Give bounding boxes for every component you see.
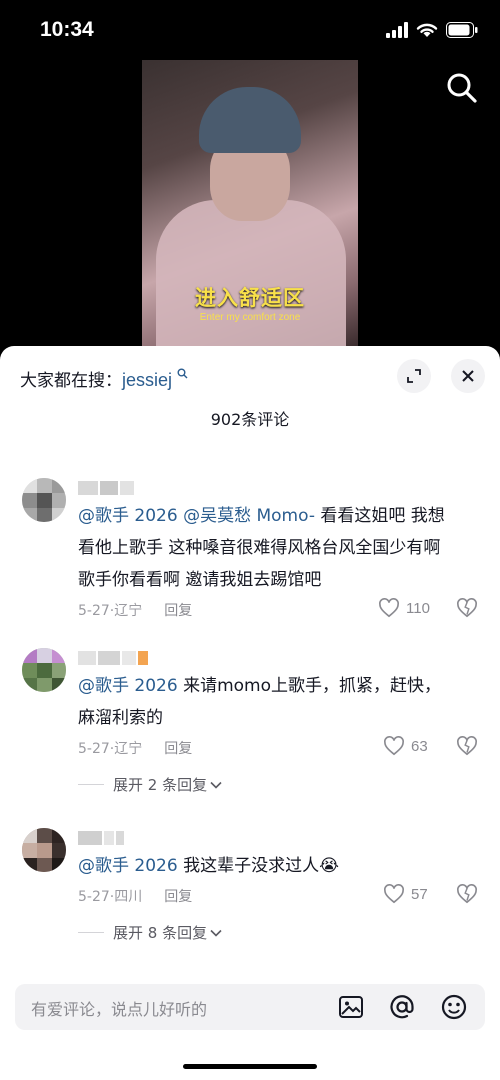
- comment-text-line: 看他上歌手 这种嗓音很难得风格台风全国少有啊: [78, 538, 441, 558]
- broken-heart-icon[interactable]: [456, 736, 478, 756]
- video-player[interactable]: 进入舒适区 Enter my comfort zone: [0, 60, 500, 350]
- like-count: 63: [411, 737, 428, 755]
- comment-date: 5-27: [78, 741, 110, 757]
- mention-link[interactable]: @歌手 2026: [78, 676, 178, 696]
- video-caption-cn: 进入舒适区: [195, 286, 305, 310]
- comment-meta: 5-27·四川 回复: [78, 889, 193, 905]
- expand-replies-button[interactable]: 展开 8 条回复: [78, 922, 222, 943]
- comment-date: 5-27: [78, 603, 110, 619]
- at-icon[interactable]: [387, 992, 417, 1022]
- username-blurred[interactable]: [78, 480, 136, 496]
- comment-count: 902条评论: [210, 410, 290, 429]
- comment-location: 辽宁: [114, 741, 143, 757]
- comments-sheet: 大家都在搜：jessiej 902条评论 @歌手 2026 @吴莫愁 Momo-…: [0, 346, 500, 1080]
- comment-input-bar[interactable]: 有爱评论，说点儿好听的: [15, 984, 485, 1030]
- video-figure-cap: [199, 87, 301, 153]
- battery-icon: [446, 22, 478, 38]
- fullscreen-button[interactable]: [397, 359, 431, 393]
- signal-icon: [386, 22, 408, 38]
- avatar[interactable]: [22, 648, 66, 692]
- username-blurred[interactable]: [78, 650, 150, 666]
- heart-outline-icon: [384, 884, 404, 904]
- broken-heart-icon[interactable]: [456, 884, 478, 904]
- avatar[interactable]: [22, 828, 66, 872]
- video-figure-body: [156, 200, 346, 346]
- close-button[interactable]: [451, 359, 485, 393]
- smiley-icon[interactable]: [439, 992, 469, 1022]
- comment-input[interactable]: 有爱评论，说点儿好听的: [31, 996, 207, 1020]
- heart-outline-icon: [379, 598, 399, 618]
- comment-meta: 5-27·辽宁 回复: [78, 741, 193, 757]
- trending-search[interactable]: 大家都在搜：jessiej: [20, 366, 188, 391]
- reply-button[interactable]: 回复: [164, 889, 192, 905]
- chevron-down-icon: [210, 929, 222, 937]
- like-button[interactable]: 57: [383, 884, 428, 904]
- comment-text-line: 看看这姐吧 我想: [320, 506, 445, 526]
- comment-text-line: 来请momo上歌手，抓紧，赶快，: [183, 676, 441, 696]
- heart-outline-icon: [384, 736, 404, 756]
- image-icon[interactable]: [336, 992, 366, 1022]
- comment-date: 5-27: [78, 889, 110, 905]
- comment-location: 四川: [114, 889, 143, 905]
- search-icon[interactable]: [444, 70, 480, 106]
- reply-button[interactable]: 回复: [164, 741, 192, 757]
- video-caption-en: Enter my comfort zone: [199, 312, 301, 323]
- expand-divider: [78, 784, 104, 785]
- comment-text-line: 我这辈子没求过人: [183, 856, 320, 876]
- home-indicator[interactable]: [183, 1064, 317, 1069]
- reply-button[interactable]: 回复: [164, 603, 192, 619]
- expand-icon: [407, 369, 421, 383]
- small-search-icon: [177, 368, 188, 379]
- chevron-down-icon: [210, 781, 222, 789]
- mention-link[interactable]: @吴莫愁 Momo-: [183, 506, 315, 526]
- comment-text: @歌手 2026 我这辈子没求过人😭: [78, 850, 478, 882]
- mention-link[interactable]: @歌手 2026: [78, 856, 178, 876]
- expand-replies-label: 展开 8 条回复: [113, 924, 208, 942]
- like-count: 110: [406, 599, 430, 617]
- comment-text: @歌手 2026 来请momo上歌手，抓紧，赶快， 麻溜利索的: [78, 670, 478, 734]
- like-button[interactable]: 110: [378, 598, 430, 618]
- expand-replies-button[interactable]: 展开 2 条回复: [78, 774, 222, 795]
- status-bar: 10:34: [0, 0, 500, 60]
- expand-divider: [78, 932, 104, 933]
- trending-keyword[interactable]: jessiej: [122, 370, 172, 390]
- comment-location: 辽宁: [114, 603, 143, 619]
- mention-link[interactable]: @歌手 2026: [78, 506, 178, 526]
- trending-prefix: 大家都在搜：: [20, 371, 122, 391]
- status-icons: [386, 22, 478, 38]
- username-blurred[interactable]: [78, 830, 126, 846]
- comment-meta: 5-27·辽宁 回复: [78, 603, 193, 619]
- like-count: 57: [411, 885, 428, 903]
- comment-text-line: 麻溜利索的: [78, 708, 163, 728]
- expand-replies-label: 展开 2 条回复: [113, 776, 208, 794]
- status-time: 10:34: [40, 18, 94, 41]
- crying-emoji: 😭: [319, 856, 339, 876]
- comment-text-line: 歌手你看看啊 邀请我姐去踢馆吧: [78, 570, 322, 590]
- like-button[interactable]: 63: [383, 736, 428, 756]
- avatar[interactable]: [22, 478, 66, 522]
- broken-heart-icon[interactable]: [456, 598, 478, 618]
- video-frame[interactable]: 进入舒适区 Enter my comfort zone: [142, 60, 358, 346]
- wifi-icon: [416, 23, 438, 37]
- comment-text: @歌手 2026 @吴莫愁 Momo- 看看这姐吧 我想 看他上歌手 这种嗓音很…: [78, 500, 478, 596]
- close-icon: [462, 370, 474, 382]
